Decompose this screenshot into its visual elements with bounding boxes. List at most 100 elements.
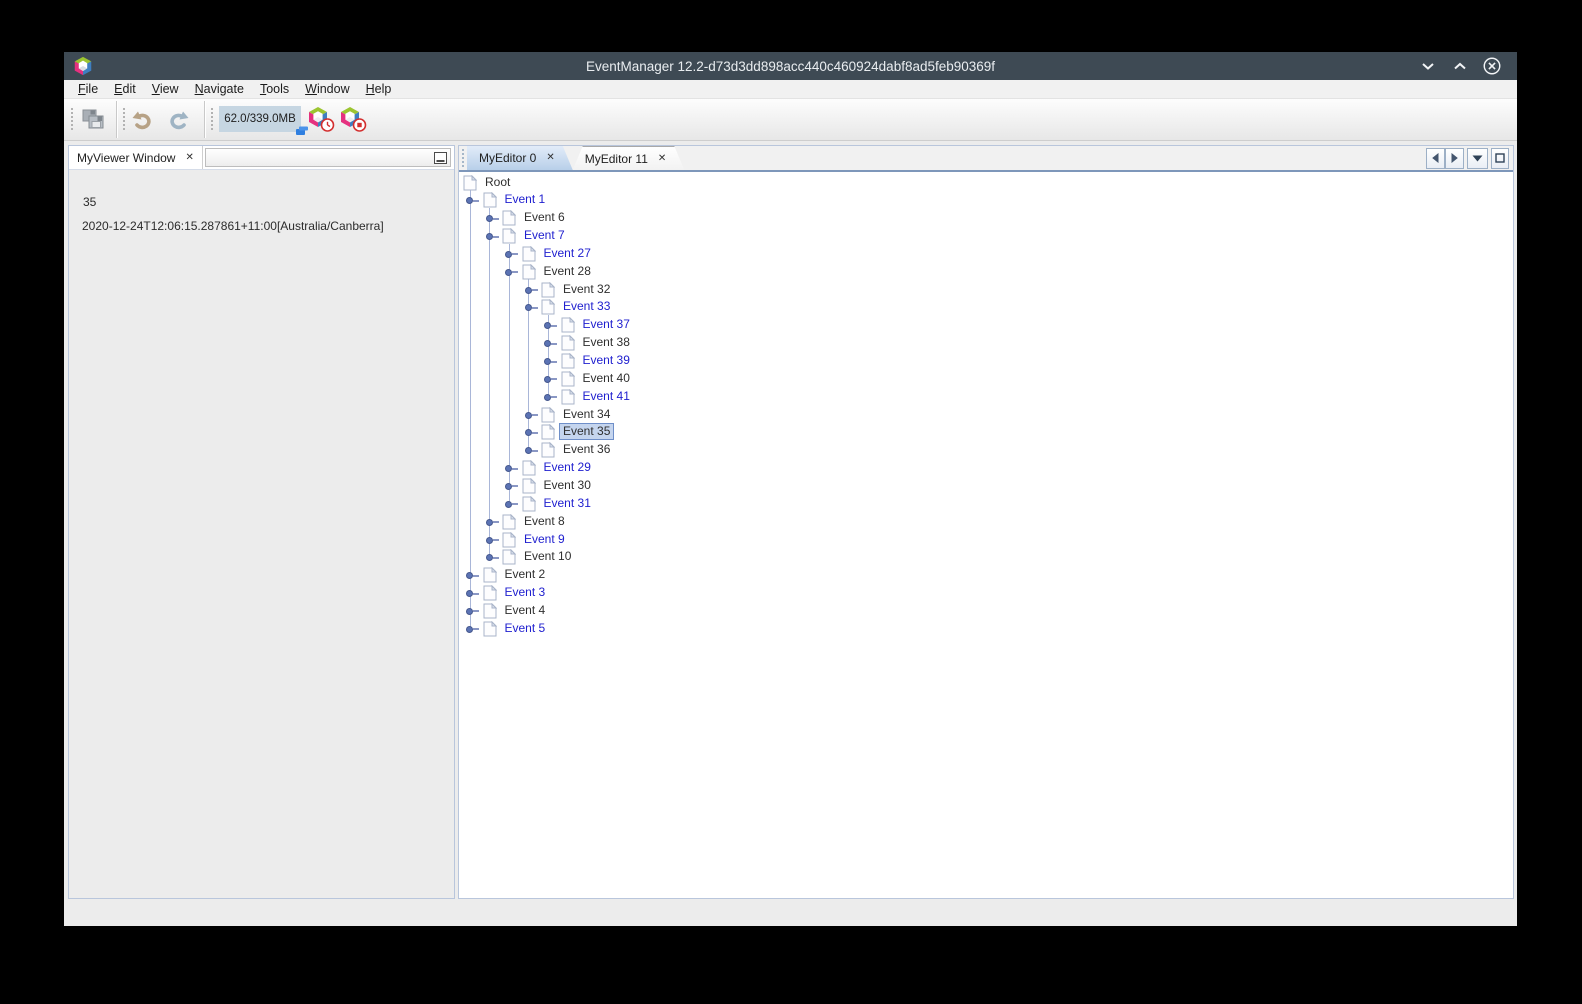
- tree-node-event-10[interactable]: Event 10: [520, 548, 575, 565]
- stop-event-button[interactable]: [338, 105, 368, 133]
- expand-handle[interactable]: [544, 322, 551, 329]
- tree-node-event-2[interactable]: Event 2: [501, 566, 550, 583]
- expand-handle[interactable]: [466, 590, 473, 597]
- tree-node-event-40[interactable]: Event 40: [579, 370, 634, 387]
- tree-node-event-4[interactable]: Event 4: [501, 602, 550, 619]
- tree-node-event-3[interactable]: Event 3: [501, 584, 550, 601]
- redo-button[interactable]: [163, 105, 193, 133]
- expand-handle[interactable]: [505, 501, 512, 508]
- expand-handle[interactable]: [525, 412, 532, 419]
- scroll-tabs-right-button[interactable]: [1445, 148, 1464, 169]
- tree-branch-line: [470, 190, 471, 629]
- expand-handle[interactable]: [525, 447, 532, 454]
- document-icon: [463, 175, 477, 191]
- tree-node-event-27[interactable]: Event 27: [540, 245, 595, 262]
- expand-handle[interactable]: [486, 215, 493, 222]
- scroll-tabs-left-button[interactable]: [1426, 148, 1445, 169]
- menu-tools[interactable]: Tools: [252, 82, 297, 96]
- editor-tab-myeditor-11[interactable]: MyEditor 11✕: [573, 146, 685, 170]
- handle-stub: [512, 485, 518, 487]
- tab-scroll-controls: [1426, 148, 1509, 168]
- handle-stub: [493, 236, 499, 238]
- expand-handle[interactable]: [525, 429, 532, 436]
- viewer-tab[interactable]: MyViewer Window ✕: [69, 146, 203, 169]
- document-icon: [502, 549, 516, 565]
- viewer-panel: MyViewer Window ✕ 35 2020-12-24T12:06:15…: [68, 145, 455, 899]
- undo-button[interactable]: [128, 105, 158, 133]
- tree-node-event-33[interactable]: Event 33: [559, 298, 614, 315]
- tree-node-event-38[interactable]: Event 38: [579, 334, 634, 351]
- expand-handle[interactable]: [505, 269, 512, 276]
- handle-stub: [493, 539, 499, 541]
- memory-monitor[interactable]: 62.0/339.0MB: [219, 106, 301, 132]
- menu-window[interactable]: Window: [297, 82, 357, 96]
- tree-node-root[interactable]: Root: [481, 174, 514, 191]
- viewer-tab-close-icon[interactable]: ✕: [185, 153, 193, 163]
- event-tree: RootEvent 1Event 6Event 7Event 27Event 2…: [459, 174, 1513, 898]
- menu-file[interactable]: File: [70, 82, 106, 96]
- toolbar: 62.0/339.0MB: [64, 99, 1517, 141]
- handle-stub: [493, 218, 499, 220]
- tree-node-event-41[interactable]: Event 41: [579, 388, 634, 405]
- expand-handle[interactable]: [544, 376, 551, 383]
- handle-stub: [493, 557, 499, 559]
- tree-node-event-29[interactable]: Event 29: [540, 459, 595, 476]
- document-icon: [502, 514, 516, 530]
- tree-node-event-1[interactable]: Event 1: [501, 191, 550, 208]
- document-icon: [561, 317, 575, 333]
- expand-handle[interactable]: [486, 537, 493, 544]
- expand-handle[interactable]: [466, 197, 473, 204]
- viewer-timestamp: 2020-12-24T12:06:15.287861+11:00[Austral…: [82, 219, 384, 233]
- menu-edit[interactable]: Edit: [106, 82, 144, 96]
- tree-node-event-6[interactable]: Event 6: [520, 209, 569, 226]
- tree-node-event-30[interactable]: Event 30: [540, 477, 595, 494]
- tree-node-event-39[interactable]: Event 39: [579, 352, 634, 369]
- maximize-editor-button[interactable]: [1491, 148, 1509, 169]
- save-all-button[interactable]: [78, 105, 108, 133]
- expand-handle[interactable]: [505, 483, 512, 490]
- expand-handle[interactable]: [525, 304, 532, 311]
- schedule-event-button[interactable]: [306, 105, 336, 133]
- tree-node-event-9[interactable]: Event 9: [520, 531, 569, 548]
- menu-navigate[interactable]: Navigate: [187, 82, 252, 96]
- editor-tab-close-icon[interactable]: ✕: [546, 153, 554, 163]
- handle-stub: [551, 325, 557, 327]
- tree-node-event-7[interactable]: Event 7: [520, 227, 569, 244]
- expand-handle[interactable]: [486, 519, 493, 526]
- expand-handle[interactable]: [466, 626, 473, 633]
- document-icon: [561, 353, 575, 369]
- menu-view[interactable]: View: [144, 82, 187, 96]
- handle-stub: [512, 271, 518, 273]
- tab-list-dropdown-button[interactable]: [1467, 148, 1488, 169]
- expand-handle[interactable]: [466, 572, 473, 579]
- tree-node-event-5[interactable]: Event 5: [501, 620, 550, 637]
- expand-handle[interactable]: [486, 554, 493, 561]
- expand-handle[interactable]: [486, 233, 493, 240]
- tree-node-event-28[interactable]: Event 28: [540, 263, 595, 280]
- handle-stub: [473, 200, 479, 202]
- tree-node-event-35[interactable]: Event 35: [559, 423, 614, 440]
- expand-handle[interactable]: [544, 394, 551, 401]
- redo-icon: [165, 107, 191, 131]
- window-maximize-button[interactable]: [1451, 57, 1469, 75]
- tree-node-event-37[interactable]: Event 37: [579, 316, 634, 333]
- editor-tab-myeditor-0[interactable]: MyEditor 0✕: [467, 146, 573, 170]
- tree-node-event-8[interactable]: Event 8: [520, 513, 569, 530]
- menu-help[interactable]: Help: [358, 82, 400, 96]
- tab-grip: [461, 148, 466, 168]
- expand-handle[interactable]: [544, 340, 551, 347]
- handle-stub: [532, 289, 538, 291]
- tree-node-event-36[interactable]: Event 36: [559, 441, 614, 458]
- window-close-button[interactable]: [1483, 57, 1501, 75]
- expand-handle[interactable]: [525, 287, 532, 294]
- window-minimize-button[interactable]: [1419, 57, 1437, 75]
- expand-handle[interactable]: [505, 465, 512, 472]
- tree-node-event-34[interactable]: Event 34: [559, 406, 614, 423]
- expand-handle[interactable]: [466, 608, 473, 615]
- minimize-view-icon[interactable]: [434, 152, 447, 164]
- tree-node-event-31[interactable]: Event 31: [540, 495, 595, 512]
- tree-node-event-32[interactable]: Event 32: [559, 281, 614, 298]
- editor-tab-close-icon[interactable]: ✕: [658, 154, 666, 164]
- expand-handle[interactable]: [544, 358, 551, 365]
- expand-handle[interactable]: [505, 251, 512, 258]
